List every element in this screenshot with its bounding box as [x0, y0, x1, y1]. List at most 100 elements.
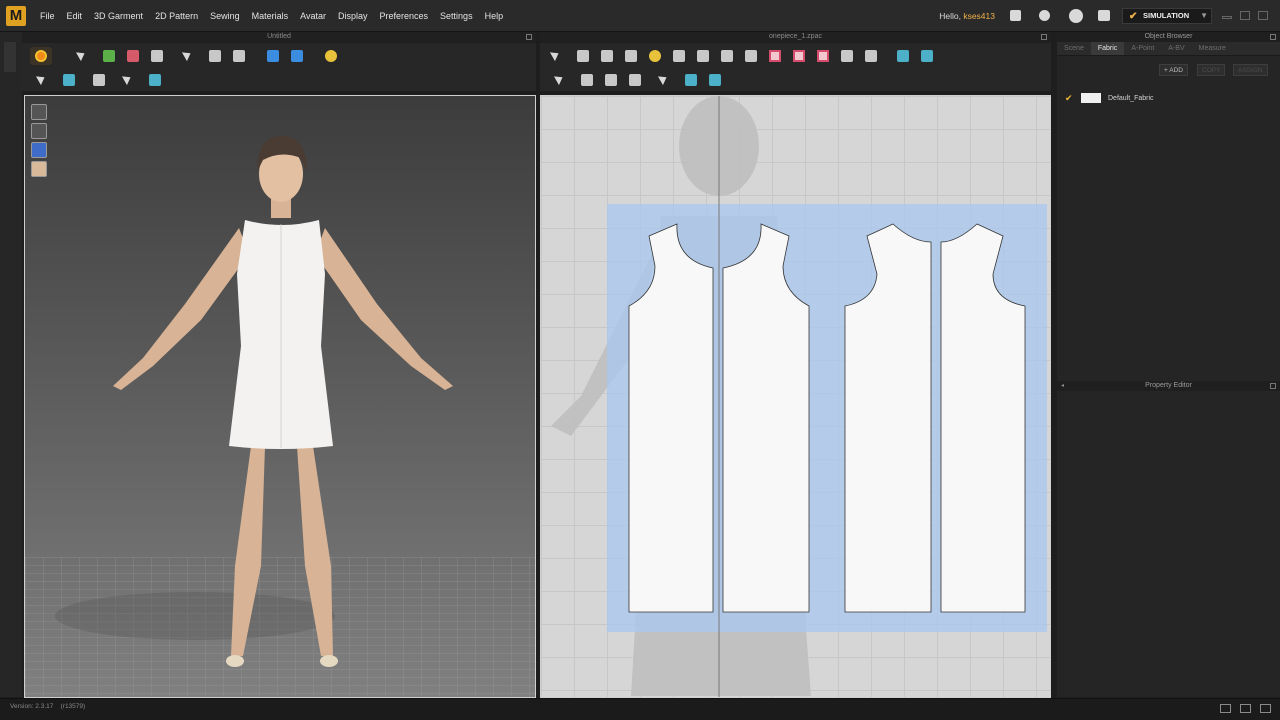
- select-move-icon[interactable]: [74, 47, 96, 65]
- share-icon[interactable]: [1098, 10, 1110, 21]
- panel-detach-icon[interactable]: [1041, 34, 1047, 40]
- select-mesh-icon[interactable]: [98, 47, 120, 65]
- minimize-icon[interactable]: [1222, 16, 1232, 19]
- avatar-move-icon[interactable]: [144, 71, 166, 89]
- simulation-toggle-icon[interactable]: [30, 47, 52, 65]
- menu-preferences[interactable]: Preferences: [374, 0, 435, 32]
- object-browser-title-text: Object Browser: [1144, 33, 1193, 40]
- panel-detach-icon[interactable]: [1270, 34, 1276, 40]
- floor-shadow: [55, 592, 335, 640]
- volume-icon[interactable]: [1010, 10, 1021, 21]
- simulation-mode-button[interactable]: ✔ SIMULATION ▼: [1122, 8, 1212, 24]
- add-fabric-button[interactable]: + ADD: [1159, 64, 1188, 76]
- user-icon[interactable]: [1039, 10, 1050, 21]
- menu-2d-pattern[interactable]: 2D Pattern: [149, 0, 204, 32]
- tab-a-bv[interactable]: A-BV: [1161, 42, 1191, 55]
- user-name[interactable]: kses413: [963, 11, 995, 21]
- menu-settings[interactable]: Settings: [434, 0, 479, 32]
- fabric-swatch: [1081, 93, 1101, 103]
- edit-texture-icon[interactable]: [656, 71, 678, 89]
- dart-icon[interactable]: [836, 47, 858, 65]
- menu-sewing[interactable]: Sewing: [204, 0, 246, 32]
- sewing-icon[interactable]: [892, 47, 914, 65]
- menu-bar: M File Edit 3D Garment 2D Pattern Sewing…: [0, 0, 1280, 32]
- strip-handle[interactable]: [4, 42, 16, 72]
- object-browser-title: Object Browser: [1057, 32, 1280, 42]
- rectangle-icon[interactable]: [692, 47, 714, 65]
- menu-edit[interactable]: Edit: [61, 0, 89, 32]
- edit-point-icon[interactable]: [572, 47, 594, 65]
- 2d-panel-title: onepiece_1.zpac: [540, 32, 1051, 42]
- 3d-toolbar: [22, 43, 536, 91]
- grain-line-icon[interactable]: [624, 71, 646, 89]
- polygon-icon[interactable]: [620, 47, 642, 65]
- seam-allowance-icon[interactable]: [600, 71, 622, 89]
- panel-detach-icon[interactable]: [1270, 383, 1276, 389]
- tab-scene[interactable]: Scene: [1057, 42, 1091, 55]
- internal-rectangle-icon[interactable]: [788, 47, 810, 65]
- collapse-arrow-icon[interactable]: ◂: [1061, 381, 1064, 391]
- menu-file[interactable]: File: [34, 0, 61, 32]
- layout-split-icon[interactable]: [1240, 704, 1251, 713]
- maximize-icon[interactable]: [1240, 11, 1250, 20]
- tab-fabric[interactable]: Fabric: [1090, 42, 1125, 55]
- 3d-viewport[interactable]: [24, 95, 536, 698]
- pattern-canvas[interactable]: [541, 96, 1051, 698]
- 3d-toolbar-row-1: [30, 45, 344, 67]
- panel-detach-icon[interactable]: [526, 34, 532, 40]
- gizmo-icon[interactable]: [88, 71, 110, 89]
- graphic-icon[interactable]: [704, 71, 726, 89]
- brush-icon[interactable]: [204, 47, 226, 65]
- tab-measure[interactable]: Measure: [1192, 42, 1233, 55]
- avatar-with-dress[interactable]: [25, 96, 536, 698]
- checkmark-icon: ✔: [1065, 92, 1073, 103]
- square-icon[interactable]: [716, 47, 738, 65]
- menu-display[interactable]: Display: [332, 0, 374, 32]
- trace-icon[interactable]: [860, 47, 882, 65]
- garment-icon[interactable]: [262, 47, 284, 65]
- internal-polygon-icon[interactable]: [764, 47, 786, 65]
- menu-help[interactable]: Help: [479, 0, 510, 32]
- menu-avatar[interactable]: Avatar: [294, 0, 332, 32]
- edit-sewing-icon[interactable]: [552, 71, 574, 89]
- internal-circle-icon[interactable]: [812, 47, 834, 65]
- select-point-icon[interactable]: [34, 71, 56, 89]
- fabric-list-item[interactable]: ✔ Default_Fabric: [1065, 91, 1265, 105]
- 2d-toolbar-row-2: [552, 69, 728, 91]
- measure-icon[interactable]: [228, 47, 250, 65]
- app-logo[interactable]: M: [6, 6, 26, 26]
- add-point-icon[interactable]: [644, 47, 666, 65]
- arrangement-icon[interactable]: [286, 47, 308, 65]
- copy-fabric-button[interactable]: COPY: [1197, 64, 1226, 76]
- texture-icon[interactable]: [680, 71, 702, 89]
- close-icon[interactable]: [1258, 11, 1268, 20]
- avatar-select-icon[interactable]: [120, 71, 142, 89]
- 2d-toolbar-row-1: [548, 45, 940, 67]
- transform-pattern-icon[interactable]: [548, 47, 570, 65]
- circle-icon[interactable]: [740, 47, 762, 65]
- help-icon[interactable]: [1069, 9, 1083, 23]
- fold-arrangement-icon[interactable]: [122, 47, 144, 65]
- assign-fabric-button[interactable]: ASSIGN: [1233, 64, 1268, 76]
- pin-icon[interactable]: [180, 47, 202, 65]
- 2d-pattern-viewport[interactable]: [540, 95, 1051, 698]
- curve-point-icon[interactable]: [668, 47, 690, 65]
- property-editor-title: ◂ Property Editor: [1057, 381, 1280, 391]
- chevron-down-icon: ▼: [1200, 11, 1208, 20]
- 2d-panel-title-text: onepiece_1.zpac: [769, 33, 822, 40]
- layout-single-icon[interactable]: [1220, 704, 1231, 713]
- animation-icon[interactable]: [320, 47, 342, 65]
- main-menu: File Edit 3D Garment 2D Pattern Sewing M…: [34, 0, 509, 32]
- greeting-text: Hello,: [939, 11, 961, 21]
- menu-materials[interactable]: Materials: [246, 0, 295, 32]
- edit-curve-icon[interactable]: [596, 47, 618, 65]
- tab-a-point[interactable]: A-Point: [1124, 42, 1161, 55]
- 2d-toolbar: [540, 43, 1051, 91]
- tack-icon[interactable]: [146, 47, 168, 65]
- menu-3d-garment[interactable]: 3D Garment: [88, 0, 149, 32]
- transform-icon[interactable]: [58, 71, 80, 89]
- pattern-grid-icon[interactable]: [576, 71, 598, 89]
- right-shoe: [320, 655, 338, 667]
- segment-sewing-icon[interactable]: [916, 47, 938, 65]
- layout-triple-icon[interactable]: [1260, 704, 1271, 713]
